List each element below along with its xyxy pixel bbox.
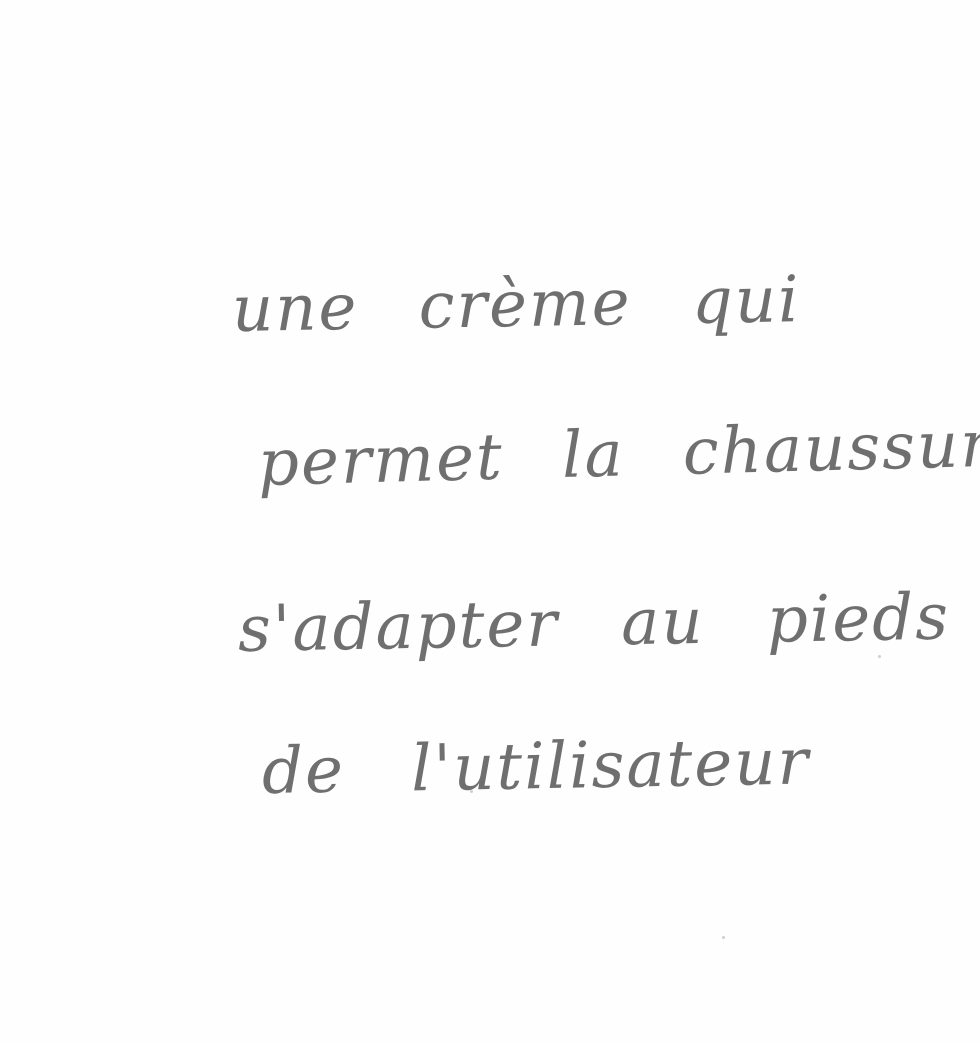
paper-speck <box>878 655 881 658</box>
note-line-4: de l'utilisateur <box>261 725 811 809</box>
note-line-3: s'adapter au pieds <box>237 580 951 667</box>
paper-sheet: une crème qui permet la chaussure s'adap… <box>0 0 980 1044</box>
note-line-2: permet la chaussure <box>257 406 980 501</box>
handwritten-note: une crème qui permet la chaussure s'adap… <box>0 0 980 1044</box>
paper-speck <box>722 936 725 939</box>
paper-speck <box>470 790 473 793</box>
note-line-1: une crème qui <box>231 263 802 347</box>
